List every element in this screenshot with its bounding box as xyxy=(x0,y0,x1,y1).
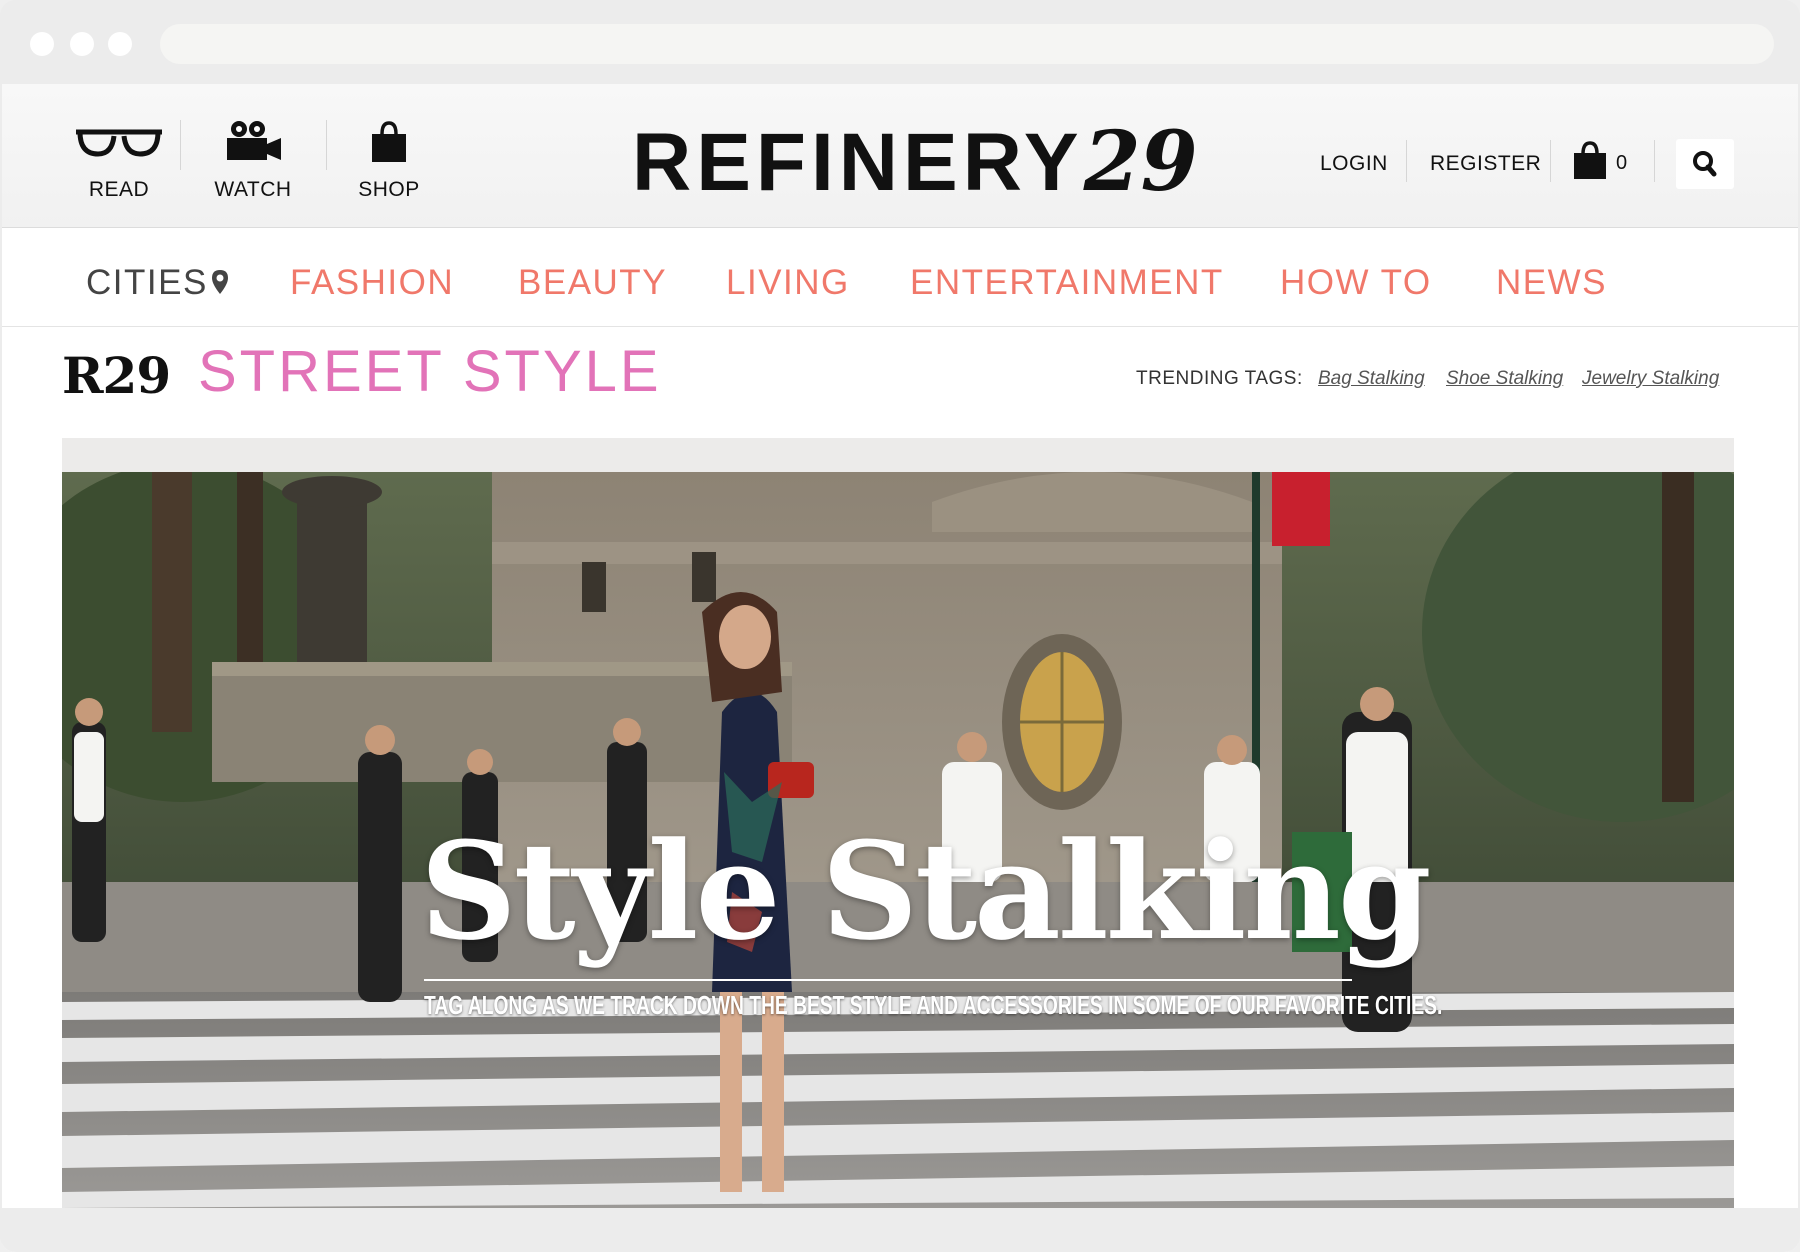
register-link[interactable]: REGISTER xyxy=(1430,152,1541,176)
nav-item-beauty[interactable]: BEAUTY xyxy=(518,263,667,303)
watch-link[interactable]: WATCH xyxy=(198,120,308,212)
window-control-dot[interactable] xyxy=(30,32,54,56)
hero-top-strip xyxy=(62,438,1734,472)
nav-item-how-to[interactable]: HOW TO xyxy=(1280,263,1432,303)
hero-banner[interactable]: Style Stalking TAG ALONG AS WE TRACK DOW… xyxy=(62,472,1734,1208)
hero-divider xyxy=(424,979,1352,981)
tag-link[interactable]: Shoe Stalking xyxy=(1446,368,1563,390)
nav-item-entertainment[interactable]: ENTERTAINMENT xyxy=(910,263,1224,303)
logo-wordmark: REFINERY xyxy=(632,117,1084,208)
nav-item-cities[interactable]: CITIES xyxy=(86,263,230,303)
divider xyxy=(1550,140,1551,182)
shop-label: SHOP xyxy=(358,178,420,201)
search-button[interactable] xyxy=(1676,139,1734,189)
refinery29-logo[interactable]: REFINERY29 xyxy=(632,121,1198,204)
nav-item-news[interactable]: NEWS xyxy=(1496,263,1607,303)
web-page: READ WATCH SHOP REFINERY29 LOGIN REGISTE… xyxy=(2,84,1798,1252)
read-label: READ xyxy=(88,178,150,201)
hero-subtitle: TAG ALONG AS WE TRACK DOWN THE BEST STYL… xyxy=(424,990,1443,1020)
browser-chrome xyxy=(0,0,1800,84)
divider xyxy=(1654,140,1655,182)
cart-count: 0 xyxy=(1616,152,1628,174)
nav-item-living[interactable]: LIVING xyxy=(726,263,850,303)
login-link[interactable]: LOGIN xyxy=(1320,152,1388,176)
tag-link[interactable]: Bag Stalking xyxy=(1318,368,1425,390)
search-icon xyxy=(1693,151,1717,177)
nav-item-fashion[interactable]: FASHION xyxy=(290,263,454,303)
r29-logo[interactable]: R29 xyxy=(62,346,171,405)
page-bottom-strip xyxy=(2,1208,1798,1252)
read-link[interactable]: READ xyxy=(64,120,174,212)
section-title: STREET STYLE xyxy=(198,339,662,404)
window-control-dot[interactable] xyxy=(108,32,132,56)
cart-button[interactable]: 0 xyxy=(1572,138,1632,182)
hero-title: Style Stalking xyxy=(420,812,1432,970)
address-bar[interactable] xyxy=(160,24,1774,64)
logo-number: 29 xyxy=(1083,114,1198,210)
nav-item-label: CITIES xyxy=(86,263,208,302)
divider xyxy=(1406,140,1407,182)
cart-bag-icon xyxy=(1574,141,1606,179)
divider xyxy=(326,120,327,170)
trending-tags-label: TRENDING TAGS: xyxy=(1136,368,1303,389)
location-pin-icon xyxy=(211,270,228,294)
browser-window: READ WATCH SHOP REFINERY29 LOGIN REGISTE… xyxy=(0,0,1800,1252)
shop-link[interactable]: SHOP xyxy=(334,120,444,212)
video-camera-icon xyxy=(227,121,281,160)
site-header: READ WATCH SHOP REFINERY29 LOGIN REGISTE… xyxy=(2,84,1798,228)
main-nav: CITIES FASHION BEAUTY LIVING ENTERTAINME… xyxy=(2,229,1798,327)
divider xyxy=(180,120,181,170)
glasses-icon xyxy=(76,129,162,157)
shopping-bag-icon xyxy=(372,121,406,162)
window-control-dot[interactable] xyxy=(70,32,94,56)
tag-link[interactable]: Jewelry Stalking xyxy=(1582,368,1719,390)
watch-label: WATCH xyxy=(214,178,292,201)
